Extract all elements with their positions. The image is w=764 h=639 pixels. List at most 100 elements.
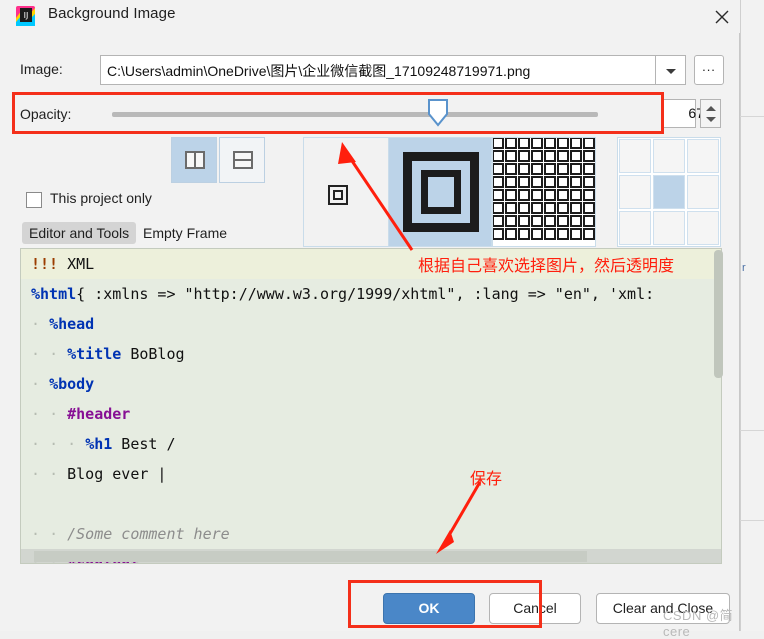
anchor-grid-icon-cell[interactable] bbox=[687, 211, 719, 245]
image-tile-icon bbox=[570, 202, 582, 214]
image-tile-icon bbox=[583, 150, 595, 162]
image-tile-icon bbox=[544, 176, 556, 188]
code-line: · · · %h1 Best / bbox=[31, 435, 176, 453]
image-tile-icon bbox=[570, 150, 582, 162]
image-tile-icon bbox=[493, 215, 504, 227]
code-line: · %body bbox=[31, 375, 95, 393]
code-line: · · Blog ever | bbox=[31, 465, 167, 483]
image-tile-icon bbox=[583, 176, 595, 188]
tab-editor-and-tools[interactable]: Editor and Tools bbox=[22, 222, 137, 244]
image-label: Image: bbox=[20, 61, 63, 77]
image-tile-icon bbox=[531, 163, 543, 175]
image-tile-icon bbox=[531, 202, 543, 214]
image-tile-icon bbox=[557, 215, 569, 227]
split-horizontal-toggle[interactable] bbox=[219, 137, 265, 183]
this-project-only-checkbox[interactable] bbox=[26, 192, 42, 208]
this-project-only-label: This project only bbox=[50, 190, 152, 206]
image-tile-icon bbox=[493, 228, 504, 240]
image-tile-icon bbox=[505, 228, 517, 240]
image-tile-icon bbox=[583, 228, 595, 240]
image-tile-icon bbox=[570, 138, 582, 149]
image-tile-icon bbox=[557, 189, 569, 201]
image-tile-icon bbox=[583, 189, 595, 201]
image-tile-icon bbox=[493, 150, 504, 162]
dialog-titlebar: IJ Background Image bbox=[0, 0, 740, 33]
image-tile-icon bbox=[544, 163, 556, 175]
annotation-top-note: 根据自己喜欢选择图片，然后透明度 bbox=[418, 256, 675, 275]
image-tile-icon bbox=[570, 215, 582, 227]
image-history-dropdown[interactable] bbox=[656, 55, 686, 85]
anchor-grid-icon-cell[interactable] bbox=[687, 139, 719, 173]
image-tile-icon bbox=[518, 215, 530, 227]
image-path-value: C:\Users\admin\OneDrive\图片\企业微信截图_171092… bbox=[107, 63, 531, 79]
image-tile-icon bbox=[505, 150, 517, 162]
image-tile-icon bbox=[531, 176, 543, 188]
chevron-down-icon bbox=[666, 69, 676, 74]
image-tile-icon bbox=[570, 163, 582, 175]
intellij-idea-icon: IJ bbox=[16, 6, 35, 26]
image-tile-icon bbox=[583, 138, 595, 149]
close-icon[interactable] bbox=[707, 2, 737, 30]
image-tile-icon bbox=[518, 150, 530, 162]
placement-scale-to-fit[interactable] bbox=[388, 137, 492, 247]
code-preview-area: !!! XML %html{ :xmlns => "http://www.w3.o… bbox=[20, 248, 722, 564]
ide-divider bbox=[740, 116, 764, 117]
image-tile-icon bbox=[557, 163, 569, 175]
image-tile-icon bbox=[493, 176, 504, 188]
image-tile-icon bbox=[505, 215, 517, 227]
image-tile-icon bbox=[493, 202, 504, 214]
cancel-button[interactable]: Cancel bbox=[489, 593, 581, 624]
code-line: %html{ :xmlns => "http://www.w3.org/1999… bbox=[31, 285, 655, 303]
spinner-up-icon[interactable] bbox=[706, 106, 716, 111]
opacity-stepper[interactable] bbox=[700, 99, 721, 128]
background-image-dialog: IJ Background Image Image: C:\Users\admi… bbox=[0, 0, 740, 639]
image-tile-icon bbox=[544, 150, 556, 162]
image-tile-icon bbox=[544, 228, 556, 240]
split-vertical-icon bbox=[185, 151, 205, 169]
image-tile-icon bbox=[505, 189, 517, 201]
anchor-grid-icon-cell[interactable] bbox=[653, 175, 685, 209]
code-line: · · %title BoBlog bbox=[31, 345, 185, 363]
code-vertical-scrollbar[interactable] bbox=[714, 250, 723, 378]
image-tile-icon bbox=[493, 163, 504, 175]
anchor-grid-icon-cell[interactable] bbox=[619, 139, 651, 173]
split-vertical-toggle[interactable] bbox=[171, 137, 217, 183]
opacity-slider-track[interactable] bbox=[112, 112, 598, 117]
placement-tile[interactable] bbox=[492, 137, 596, 247]
ok-button[interactable]: OK bbox=[383, 593, 475, 624]
code-line: · %head bbox=[31, 315, 95, 333]
image-tile-icon bbox=[531, 150, 543, 162]
image-tile-icon bbox=[557, 150, 569, 162]
tab-empty-frame[interactable]: Empty Frame bbox=[143, 225, 227, 241]
image-tile-icon bbox=[531, 215, 543, 227]
opacity-label: Opacity: bbox=[20, 106, 72, 122]
image-tile-icon bbox=[557, 228, 569, 240]
image-tile-icon bbox=[518, 189, 530, 201]
ide-divider bbox=[740, 520, 764, 521]
anchor-grid-icon-cell[interactable] bbox=[653, 211, 685, 245]
svg-text:IJ: IJ bbox=[24, 11, 29, 20]
anchor-grid-icon-cell[interactable] bbox=[653, 139, 685, 173]
dialog-edge bbox=[740, 0, 741, 631]
anchor-grid-icon-cell[interactable] bbox=[619, 175, 651, 209]
ide-text-fragment: r bbox=[742, 262, 746, 274]
image-tile-icon bbox=[557, 202, 569, 214]
image-tile-icon bbox=[531, 189, 543, 201]
split-horizontal-icon bbox=[233, 151, 253, 169]
ide-divider bbox=[740, 430, 764, 431]
code-horizontal-scrollbar[interactable] bbox=[34, 551, 587, 562]
ide-background-strip: r bbox=[740, 0, 764, 631]
image-tile-icon bbox=[544, 202, 556, 214]
code-line: · · #header bbox=[31, 405, 131, 423]
spinner-down-icon[interactable] bbox=[706, 117, 716, 122]
image-tile-icon bbox=[570, 176, 582, 188]
anchor-grid-icon-cell[interactable] bbox=[619, 211, 651, 245]
anchor-grid-icon-cell[interactable] bbox=[687, 175, 719, 209]
placement-anchor-position[interactable] bbox=[617, 137, 721, 247]
opacity-slider-thumb[interactable] bbox=[425, 99, 451, 127]
image-tile-icon bbox=[518, 202, 530, 214]
image-path-input[interactable]: C:\Users\admin\OneDrive\图片\企业微信截图_171092… bbox=[100, 55, 656, 85]
image-tile-icon bbox=[505, 176, 517, 188]
browse-button[interactable]: ... bbox=[694, 55, 724, 85]
